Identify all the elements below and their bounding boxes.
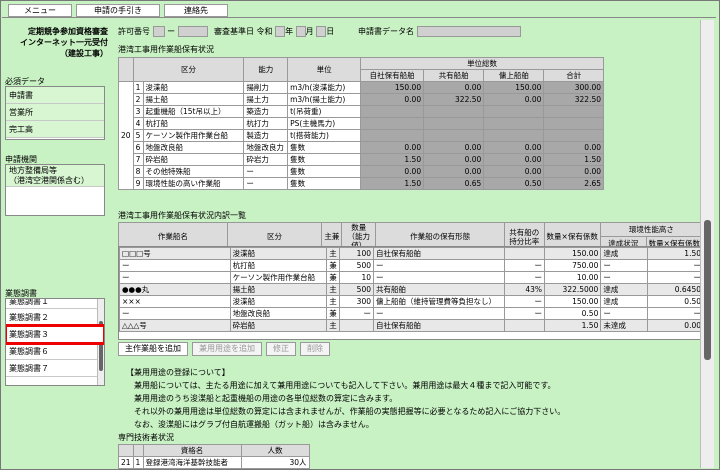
delete-button[interactable]: 削除 [300,342,330,356]
app-title: 定期競争参加資格審査 インターネット一元受付 （建設工事） [20,27,108,58]
guide-button[interactable]: 申請の手引き [76,4,160,17]
permit-field-2[interactable] [177,26,208,37]
engineer-count-input[interactable]: 30人 [240,456,310,469]
vessel-detail-list: □□□号 浚渫船 主 100 自社保有船舶 150.00 達成 1.50 ー 杭… [118,246,712,340]
table-row[interactable]: □□□号 浚渫船 主 100 自社保有船舶 150.00 達成 1.50 [119,247,705,260]
main-panel: 許可番号 ー 審査基準日 令和 年 月 日 申請書データ名 港湾工事用作業船保有… [114,20,718,469]
table-row[interactable]: ●●●丸 揚土船 主 500 共有船舶 43% 322.5000 達成 0.64… [119,283,705,296]
list-item-survey-2[interactable]: 業態調書２ [6,309,104,326]
base-date: 審査基準日 令和 年 月 日 [214,26,335,37]
section1-title: 港湾工事用作業船保有状況 [118,45,214,54]
edit-button[interactable]: 修正 [266,342,296,356]
table-row[interactable]: ー 地盤改良船 兼 ー ー ー 0.50 ー ー [119,307,705,320]
table-row[interactable]: ー 杭打船 兼 500 ー ー 750.00 ー ー [119,259,705,272]
section2-title: 港湾工事用作業船保有状況内訳一覧 [118,211,246,220]
vessel-summary-table: 区分 能力 単位 単位総数 自社保有船舶 共有船舶 傭上船舶 合計 20 1 浚… [118,57,604,190]
month-field[interactable] [295,26,306,37]
list-item-office[interactable]: 営業所 [6,104,104,121]
data-name-input[interactable] [416,26,521,37]
table-row[interactable]: △△△号 砕岩船 主 自社保有船舶 1.50 未達成 0.00 [119,319,705,332]
permit-field-1[interactable] [152,26,165,37]
main-scrollbar[interactable] [700,20,714,468]
data-name-field: 申請書データ名 [358,26,521,37]
menu-button[interactable]: メニュー [8,4,72,17]
vessel-detail-table: □□□号 浚渫船 主 100 自社保有船舶 150.00 達成 1.50 ー 杭… [119,247,705,332]
day-field[interactable] [316,26,327,37]
table-row[interactable]: ××× 浚渫船 主 300 傭上船舶（維持管理費等負担なし） ー 150.00 … [119,295,705,308]
survey-list: 業態調書１ 業態調書２ 業態調書３ 業態調書６ 業態調書７ [5,298,105,386]
required-data-list: 申請書 営業所 完工高 [5,86,105,140]
add-sub-use-button[interactable]: 兼用用途を追加 [192,342,262,356]
contact-button[interactable]: 連絡先 [164,4,228,17]
year-field[interactable] [275,26,286,37]
table-row[interactable]: ー ケーソン製作用作業台船 兼 10 ー ー 10.00 ー ー [119,271,705,284]
list-item-survey-7[interactable]: 業態調書７ [6,360,104,377]
permit-number: 許可番号 ー [118,26,208,37]
top-menu-bar: メニュー 申請の手引き 連絡先 [2,2,716,18]
scroll-thumb[interactable] [704,220,711,360]
sub-use-note: 【兼用用途の登録について】 兼用船については、主たる用途に加えて兼用用途について… [126,368,566,429]
list-item-survey-3[interactable]: 業態調書３ [6,324,104,345]
list-item-survey-6[interactable]: 業態調書６ [6,343,104,360]
engineer-table: 資格名 人数 21 1 登録港湾海洋基幹技能者 30人 [118,444,310,469]
list-item-survey-1[interactable]: 業態調書１ [6,299,104,309]
list-item-application[interactable]: 申請書 [6,87,104,104]
add-main-vessel-button[interactable]: 主作業船を追加 [118,342,188,356]
agency-list: 地方整備局等 （港湾空港関係含む） [5,164,105,216]
section3-title: 専門技術者状況 [118,433,174,442]
list-item-completed[interactable]: 完工高 [6,121,104,138]
left-panel: 定期競争参加資格審査 インターネット一元受付 （建設工事） 必須データ 申請書 … [2,20,110,468]
list-item-agency[interactable]: 地方整備局等 （港湾空港関係含む） [6,165,104,187]
